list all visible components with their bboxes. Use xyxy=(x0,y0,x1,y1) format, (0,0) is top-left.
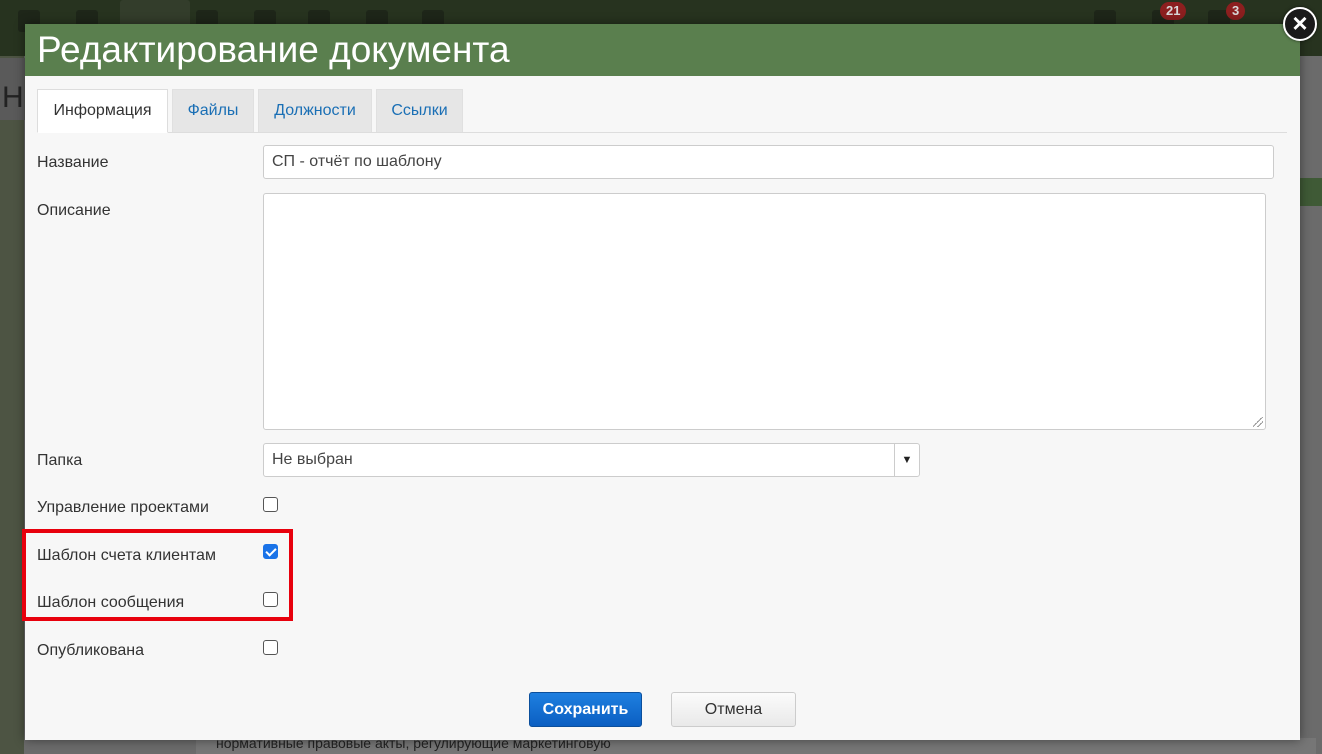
name-input[interactable]: СП - отчёт по шаблону xyxy=(263,145,1274,179)
folder-select[interactable]: Не выбран ▼ xyxy=(263,443,920,477)
background-heading: Н xyxy=(0,58,26,120)
tab-files[interactable]: Файлы xyxy=(172,89,254,132)
project-management-label: Управление проектами xyxy=(37,499,209,516)
invoice-template-label: Шаблон счета клиентам xyxy=(37,547,216,564)
folder-select-value: Не выбран xyxy=(272,451,353,468)
background-bottom-text: нормативные правовые акты, регулирующие … xyxy=(196,738,1316,754)
cancel-button[interactable]: Отмена xyxy=(671,692,796,727)
background-sidebar xyxy=(0,56,24,754)
folder-label: Папка xyxy=(37,452,83,469)
background-green-strip xyxy=(1300,178,1322,206)
published-checkbox[interactable] xyxy=(263,640,278,655)
share-badge: 3 xyxy=(1226,2,1246,20)
description-textarea[interactable] xyxy=(263,193,1266,430)
tab-information[interactable]: Информация xyxy=(37,89,168,133)
description-label: Описание xyxy=(37,202,111,219)
chevron-down-icon[interactable]: ▼ xyxy=(894,444,919,476)
project-management-checkbox[interactable] xyxy=(263,497,278,512)
tasks-badge: 21 xyxy=(1160,2,1187,20)
name-label: Название xyxy=(37,154,109,171)
close-icon: × xyxy=(1292,8,1308,38)
invoice-template-checkbox[interactable] xyxy=(263,544,278,559)
message-template-label: Шаблон сообщения xyxy=(37,594,185,611)
edit-document-dialog: Редактирование документа Информация Файл… xyxy=(22,24,1300,740)
tab-links[interactable]: Ссылки xyxy=(376,89,463,132)
save-button[interactable]: Сохранить xyxy=(529,692,642,727)
published-label: Опубликована xyxy=(37,642,145,659)
dialog-tabs: Информация Файлы Должности Ссылки xyxy=(37,89,1287,133)
dialog-header: Редактирование документа xyxy=(25,24,1300,76)
dialog-title: Редактирование документа xyxy=(37,29,510,70)
resize-handle-icon[interactable] xyxy=(1253,417,1263,427)
tab-positions[interactable]: Должности xyxy=(258,89,372,132)
close-dialog-button[interactable]: × xyxy=(1283,7,1317,41)
message-template-checkbox[interactable] xyxy=(263,592,278,607)
